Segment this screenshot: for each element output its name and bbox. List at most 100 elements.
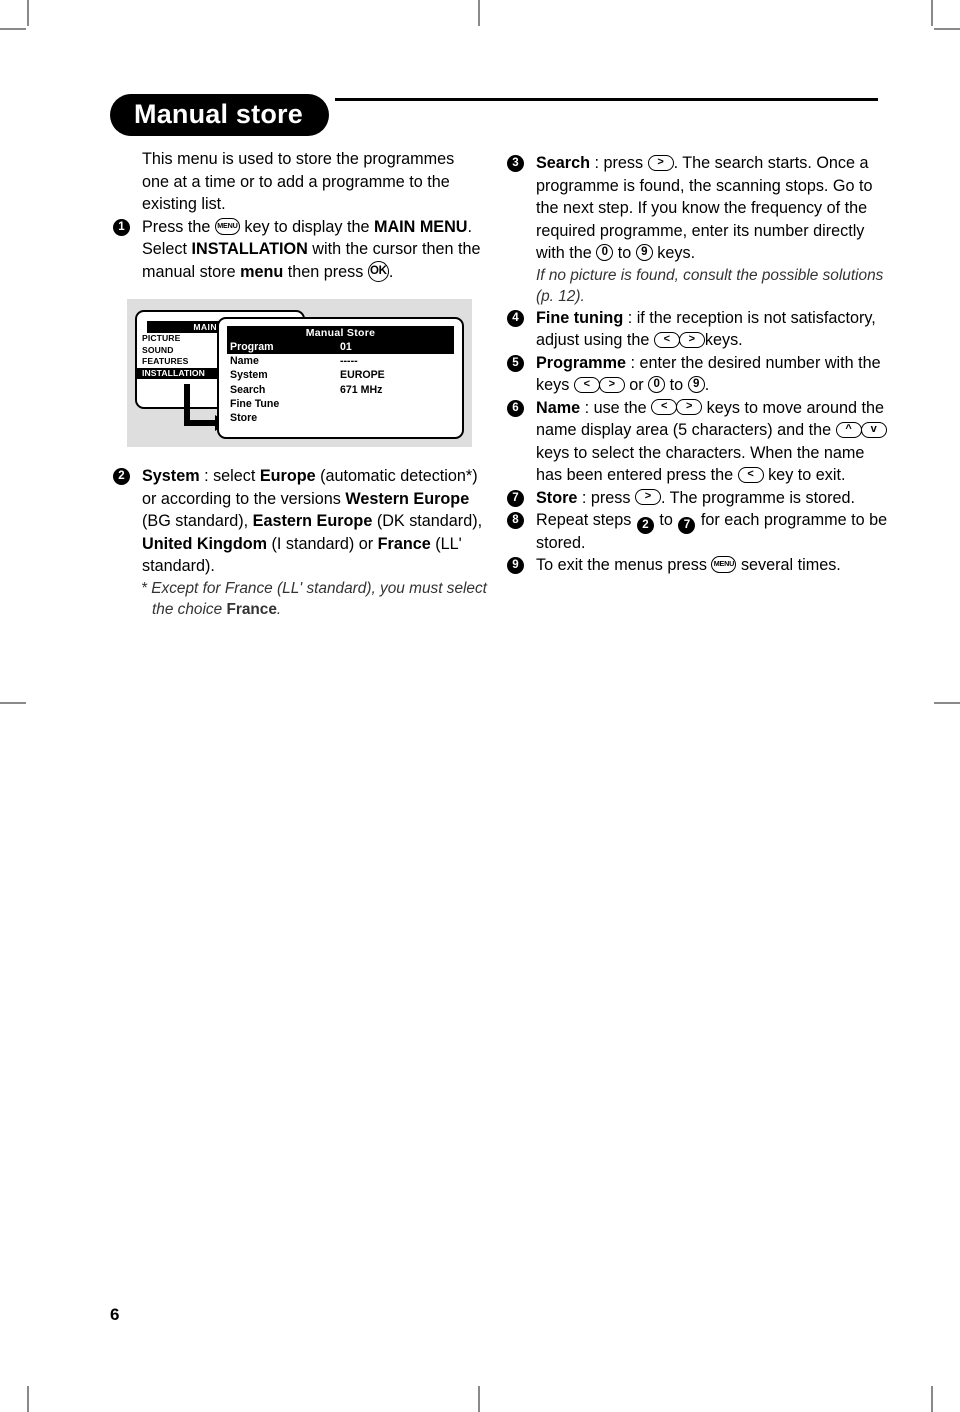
step6-text-1: : use the [580,398,652,417]
cursor-right-key-icon: > [676,399,703,416]
step3-text-4: keys. [652,244,696,262]
step6-text-4: key to exit. [763,466,846,484]
step2-western-europe-label: Western Europe [345,489,470,508]
step2-france-label: France [377,534,431,553]
step9-text-2: several times. [736,556,841,574]
step-1: 1 Press the MENU key to display the MAIN … [112,216,484,284]
cursor-right-key-icon: > [598,376,625,393]
step2-system-label: System [142,467,200,485]
manual-store-row-fine-tune: Fine Tune [227,397,454,411]
step-2: 2 System : select Europe (automatic detec… [112,465,490,578]
digit-0-key-icon: 0 [596,244,614,262]
crop-mark-mid-right [934,702,960,704]
crop-mark-bottom-center [478,1386,480,1412]
crop-mark-top-left-vertical [27,0,29,26]
step-4: 4 Fine tuning : if the reception is not s… [506,307,888,352]
step1-installation-label: INSTALLATION [191,240,308,258]
page-title: Manual store [134,98,303,129]
manual-store-title: Manual Store [227,326,454,340]
row-label: Store [230,412,258,425]
step2-text-5: (I standard) or [267,534,378,553]
step8-text-1: Repeat steps [536,511,636,529]
manual-store-row-program: Program 01 [227,340,454,355]
left-column: This menu is used to store the programme… [112,148,484,283]
step5-text-4: . [704,376,710,394]
manual-store-row-name: Name ----- [227,354,454,368]
step-number-2: 2 [113,468,130,485]
step1-text-2: key to display the [239,217,374,236]
step-number-7: 7 [507,489,524,507]
row-label: Program [230,341,274,353]
manual-store-row-store: Store [227,411,454,425]
manual-store-row-search: Search 671 MHz [227,383,454,397]
row-value: 01 [340,341,352,353]
step8-text-2: to [654,511,678,529]
step2-text-3: (BG standard), [142,512,253,530]
row-label: Fine Tune [230,397,280,410]
crop-mark-top-center [478,0,480,26]
step1-menu-label: menu [240,262,284,281]
step-7: 7 Store : press >. The programme is store… [506,487,888,510]
step-3: 3 Search : press >. The search starts. On… [506,152,888,265]
step-reference-7: 7 [678,517,696,534]
step5-programme-label: Programme [536,353,626,372]
ok-key-icon: OK [367,260,389,282]
step5-text-2: or [624,376,649,394]
step-9: 9 To exit the menus press MENU several ti… [506,554,888,577]
page-number: 6 [110,1305,120,1324]
step2-text-1: : select [199,467,260,485]
step-6: 6 Name : use the < > keys to move around t… [506,397,888,487]
step2-united-kingdom-label: United Kingdom [142,534,267,553]
step2-eastern-europe-label: Eastern Europe [252,512,373,530]
step-5: 5 Programme : enter the desired number wi… [506,352,888,397]
step9-text-1: To exit the menus press [536,556,712,574]
cursor-right-key-icon: > [634,489,661,506]
step4-text-2: keys. [704,331,743,349]
step-3-note: If no picture is found, consult the poss… [506,265,888,307]
step2-text-4: (DK standard), [372,512,483,530]
row-label: Name [230,355,259,368]
intro-text: This menu is used to store the programme… [142,150,455,213]
step3-text-3: to [613,244,636,262]
page-header: Manual store [110,92,878,144]
crop-mark-bottom-right-vertical [931,1386,933,1412]
manual-store-row-system: System EUROPE [227,368,454,382]
header-rule [335,98,878,101]
step-number-5: 5 [507,354,524,372]
step-number-9: 9 [507,557,524,574]
step-reference-2: 2 [636,517,654,534]
crop-mark-bottom-left-vertical [27,1386,29,1412]
manual-store-screen: Manual Store Program 01 Name ----- Syste… [217,317,464,439]
menu-key-icon: MENU [214,217,240,235]
intro-paragraph: This menu is used to store the programme… [112,148,484,216]
footnote-france-label: France [226,600,277,618]
step-number-4: 4 [507,309,524,327]
step1-text-5: then press [283,262,368,281]
step5-text-3: to [665,376,688,394]
step4-fine-tuning-label: Fine tuning [536,308,624,327]
step7-store-label: Store [536,488,578,507]
crop-mark-mid-left [0,702,26,704]
cursor-left-key-icon: < [737,466,764,483]
row-value [340,397,454,411]
step1-main-menu-label: MAIN MENU [373,217,468,236]
step-8: 8 Repeat steps 2 to 7 for each programme … [506,509,888,554]
step-2-footnote: * Except for France (LL' standard), you … [112,578,490,620]
cursor-left-key-icon: < [651,399,678,416]
digit-9-key-icon: 9 [635,244,653,262]
row-value: EUROPE [340,369,385,382]
digit-0-key-icon: 0 [648,376,666,394]
crop-mark-top-right-vertical [931,0,933,26]
page-title-pill: Manual store [110,94,329,136]
tv-menu-figure: MAIN MENU PICTURE SOUND FEATURES INSTALL… [127,299,472,447]
row-value: 671 MHz [340,383,383,396]
right-column: 3 Search : press >. The search starts. On… [506,152,888,577]
step7-text-1: : press [577,488,635,507]
menu-key-icon: MENU [711,556,737,574]
row-label: System [230,369,268,382]
step3-note-text: If no picture is found, consult the poss… [536,266,884,305]
step6-name-label: Name [536,398,581,417]
row-label: Search [230,383,266,396]
row-value [340,411,454,425]
step-number-1: 1 [113,218,130,236]
